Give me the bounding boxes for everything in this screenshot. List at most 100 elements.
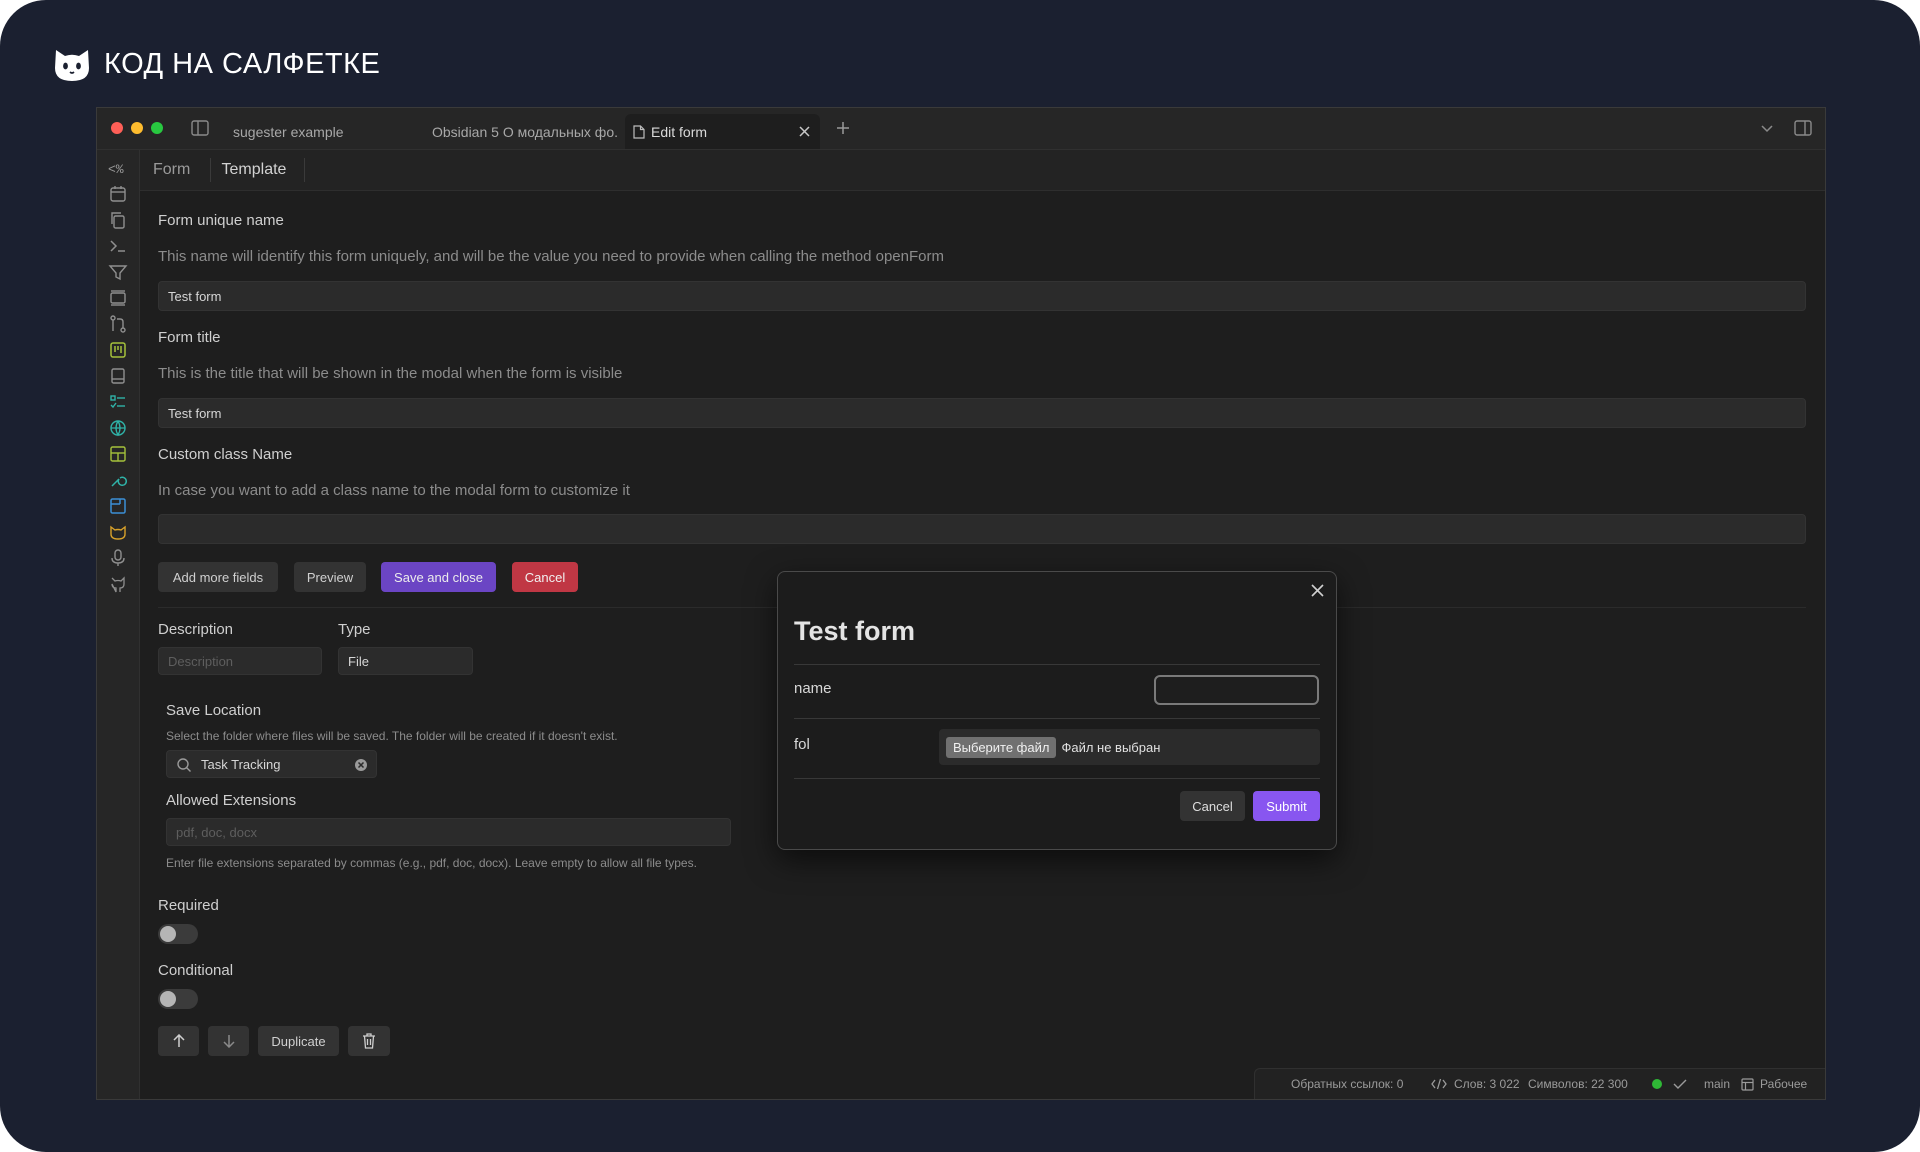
arrow-down-icon xyxy=(222,1035,235,1048)
maximize-window-dot[interactable] xyxy=(151,122,163,134)
close-modal-icon[interactable] xyxy=(1311,584,1324,597)
field-type-label: Type xyxy=(338,621,371,638)
unique-name-description: This name will identify this form unique… xyxy=(158,248,944,265)
field-description-label: Description xyxy=(158,621,234,638)
field-description-placeholder: Description xyxy=(168,653,234,669)
delete-field-button[interactable] xyxy=(348,1026,390,1056)
git-compare-icon[interactable] xyxy=(108,314,128,334)
tab-template[interactable]: Template xyxy=(210,150,298,190)
new-tab-icon[interactable] xyxy=(836,121,850,135)
copy-icon[interactable] xyxy=(108,210,128,230)
duplicate-button[interactable]: Duplicate xyxy=(258,1026,339,1056)
field-description-input[interactable]: Description xyxy=(158,647,322,675)
submit-button[interactable]: Submit xyxy=(1253,791,1320,821)
terminal-icon[interactable] xyxy=(108,236,128,256)
sync-status-dot[interactable] xyxy=(1652,1079,1662,1089)
modal-title: Test form xyxy=(794,616,916,646)
filter-icon[interactable] xyxy=(108,262,128,282)
search-icon xyxy=(177,758,191,772)
preview-button[interactable]: Preview xyxy=(294,562,366,592)
unique-name-label: Form unique name xyxy=(158,212,284,229)
save-location-value: Task Tracking xyxy=(201,756,281,772)
allowed-extensions-input[interactable]: pdf, doc, docx xyxy=(166,818,731,846)
wrench-icon[interactable] xyxy=(108,470,128,490)
modal-cancel-button[interactable]: Cancel xyxy=(1180,791,1245,821)
brand-header: КОД НА САЛФЕТКЕ xyxy=(52,44,380,84)
tab-label: sugester example xyxy=(233,123,344,140)
toggle-knob xyxy=(160,926,176,942)
layout-icon[interactable] xyxy=(108,444,128,464)
screenshot-frame: КОД НА САЛФЕТКЕ sugester example Obsidia… xyxy=(0,0,1920,1152)
form-icon[interactable] xyxy=(108,496,128,516)
github-icon[interactable] xyxy=(108,574,128,594)
form-title-label: Form title xyxy=(158,329,221,346)
git-branch[interactable]: main xyxy=(1704,1077,1730,1091)
conditional-toggle[interactable] xyxy=(158,989,198,1009)
file-status-text: Файл не выбран xyxy=(1061,739,1161,755)
checklist-icon[interactable] xyxy=(108,392,128,412)
modal-divider xyxy=(794,778,1320,779)
title-bar: sugester example Obsidian 5 О модальных … xyxy=(97,108,1825,150)
templater-icon[interactable]: <% xyxy=(108,158,128,178)
unique-name-input[interactable]: Test form xyxy=(158,281,1806,311)
required-label: Required xyxy=(158,897,219,914)
arrow-up-icon xyxy=(172,1034,185,1047)
custom-class-description: In case you want to add a class name to … xyxy=(158,482,630,499)
toggle-knob xyxy=(160,991,176,1007)
check-icon[interactable] xyxy=(1673,1078,1687,1090)
tab-form[interactable]: Form xyxy=(153,150,209,190)
form-title-input[interactable]: Test form xyxy=(158,398,1806,428)
allowed-extensions-placeholder: pdf, doc, docx xyxy=(176,824,257,840)
brand-title: КОД НА САЛФЕТКЕ xyxy=(104,47,381,80)
slides-icon[interactable] xyxy=(108,288,128,308)
save-location-label: Save Location xyxy=(166,702,262,719)
save-location-description: Select the folder where files will be sa… xyxy=(166,729,618,743)
file-icon xyxy=(633,124,645,139)
clear-search-icon[interactable] xyxy=(354,758,368,772)
book-icon[interactable] xyxy=(108,366,128,386)
conditional-label: Conditional xyxy=(158,962,234,979)
field-type-select[interactable]: File xyxy=(338,647,473,675)
app-window: sugester example Obsidian 5 О модальных … xyxy=(96,107,1826,1100)
save-location-search[interactable]: Task Tracking xyxy=(166,750,377,778)
code-icon[interactable] xyxy=(1431,1078,1447,1090)
right-sidebar-toggle-icon[interactable] xyxy=(1794,120,1812,136)
tab-label: Edit form xyxy=(651,123,708,140)
backlinks-count[interactable]: Обратных ссылок: 0 xyxy=(1291,1077,1403,1091)
cancel-button[interactable]: Cancel xyxy=(512,562,578,592)
chevron-down-icon[interactable] xyxy=(1761,125,1773,133)
sidebar-toggle-icon[interactable] xyxy=(191,120,209,136)
add-more-fields-button[interactable]: Add more fields xyxy=(158,562,278,592)
form-title-description: This is the title that will be shown in … xyxy=(158,365,623,382)
modal-divider xyxy=(794,718,1320,719)
tab-edit-form[interactable]: Edit form xyxy=(625,114,820,149)
trash-icon xyxy=(363,1033,375,1049)
cat-icon xyxy=(55,50,89,81)
calendar-icon[interactable] xyxy=(108,184,128,204)
cat-plugin-icon[interactable] xyxy=(108,522,128,542)
tab-label: Obsidian 5 О модальных фо... xyxy=(432,123,618,140)
save-and-close-button[interactable]: Save and close xyxy=(381,562,496,592)
close-tab-icon[interactable] xyxy=(799,126,810,137)
choose-file-button[interactable]: Выберите файл xyxy=(946,736,1057,758)
required-toggle[interactable] xyxy=(158,924,198,944)
microphone-icon[interactable] xyxy=(108,548,128,568)
name-field-label: name xyxy=(794,680,832,697)
name-field-input[interactable] xyxy=(1154,675,1319,705)
character-count: Символов: 22 300 xyxy=(1528,1077,1628,1091)
kanban-icon[interactable] xyxy=(108,340,128,360)
subtabs-bar: Form Template xyxy=(140,150,1825,191)
subtab-divider xyxy=(304,158,305,182)
minimize-window-dot[interactable] xyxy=(131,122,143,134)
move-down-button[interactable] xyxy=(208,1026,249,1056)
move-up-button[interactable] xyxy=(158,1026,199,1056)
allowed-extensions-description: Enter file extensions separated by comma… xyxy=(166,856,697,870)
workspace-icon xyxy=(1741,1078,1754,1091)
workspace-name[interactable]: Рабочее xyxy=(1760,1077,1807,1091)
globe-icon[interactable] xyxy=(108,418,128,438)
fol-field-label: fol xyxy=(794,736,810,753)
tab-obsidian-5[interactable]: Obsidian 5 О модальных фо... xyxy=(432,114,618,149)
file-input[interactable]: Выберите файл Файл не выбран xyxy=(939,729,1320,765)
custom-class-input[interactable] xyxy=(158,514,1806,544)
close-window-dot[interactable] xyxy=(111,122,123,134)
